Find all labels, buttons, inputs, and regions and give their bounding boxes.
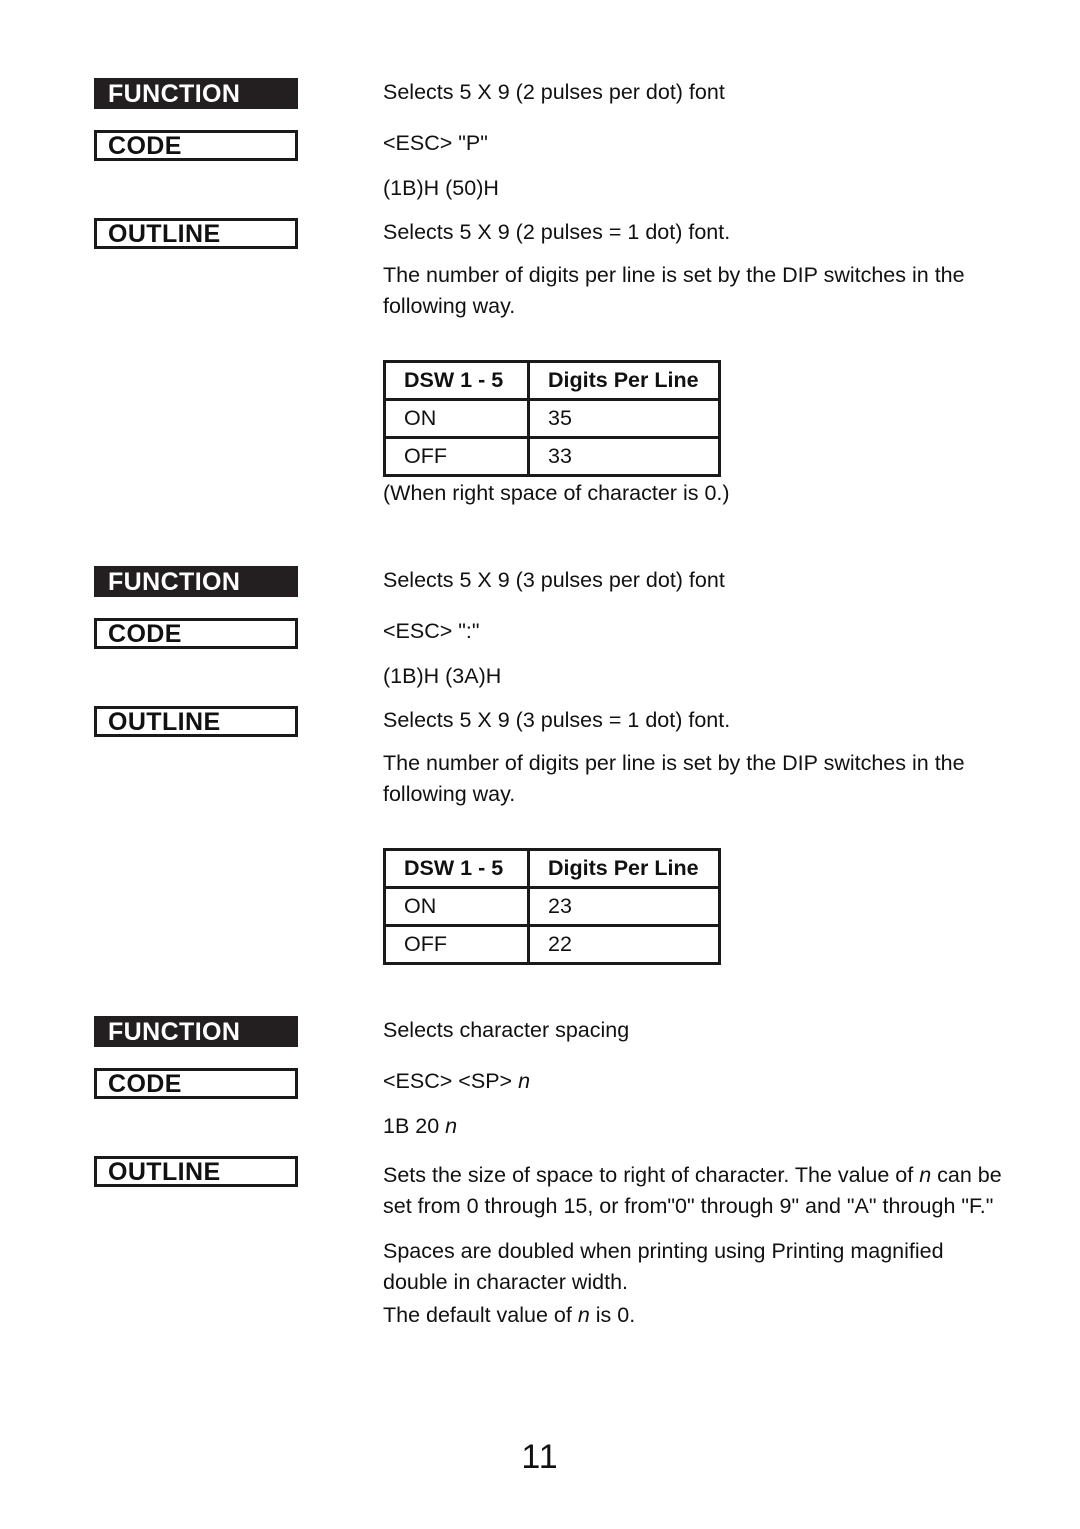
outline-label-3: OUTLINE — [94, 1156, 298, 1187]
code-text-2: <ESC> ":" — [383, 619, 480, 643]
function-label-3: FUNCTION — [94, 1016, 298, 1047]
cell-dsw-state: OFF — [383, 436, 530, 477]
outline-paragraph-3b: Spaces are doubled when printing using P… — [383, 1239, 944, 1294]
dsw-table-1: DSW 1 - 5 Digits Per Line ON 35 OFF 33 — [383, 360, 721, 477]
table-row: OFF 22 — [383, 924, 721, 965]
cell-dsw-state: OFF — [383, 924, 530, 965]
page-number: 11 — [521, 1438, 559, 1476]
dip-paragraph-1: The number of digits per line is set by … — [383, 263, 965, 318]
outline-3c-parameter: n — [577, 1303, 590, 1327]
cell-digits: 23 — [527, 886, 721, 927]
cell-dsw-state: ON — [383, 398, 530, 439]
outline-text-1: Selects 5 X 9 (2 pulses = 1 dot) font. — [383, 220, 731, 244]
function-text-2: Selects 5 X 9 (3 pulses per dot) font — [383, 568, 725, 592]
table-note-1: (When right space of character is 0.) — [383, 481, 730, 505]
cell-digits: 22 — [527, 924, 721, 965]
table-row: ON 35 — [383, 398, 721, 439]
function-text-3: Selects character spacing — [383, 1018, 630, 1042]
cell-dsw-state: ON — [383, 886, 530, 927]
table-row: ON 23 — [383, 886, 721, 927]
code-hex-1: (1B)H (50)H — [383, 176, 499, 200]
code-label-2: CODE — [94, 618, 298, 649]
outline-label-1: OUTLINE — [94, 218, 298, 249]
code-label-1: CODE — [94, 130, 298, 161]
header-digits-per-line: Digits Per Line — [527, 360, 721, 401]
outline-text-2: Selects 5 X 9 (3 pulses = 1 dot) font. — [383, 708, 731, 732]
dsw-table-2: DSW 1 - 5 Digits Per Line ON 23 OFF 22 — [383, 848, 721, 965]
table-header-row: DSW 1 - 5 Digits Per Line — [383, 848, 721, 889]
header-dsw: DSW 1 - 5 — [383, 848, 530, 889]
document-page: FUNCTION CODE OUTLINE Selects 5 X 9 (2 p… — [0, 0, 1080, 1529]
outline-paragraph-3a: Sets the size of space to right of chara… — [383, 1160, 1003, 1222]
code-hex-2: (1B)H (3A)H — [383, 664, 502, 688]
code-hex-3-prefix: 1B 20 — [383, 1114, 446, 1138]
function-label-1: FUNCTION — [94, 78, 298, 109]
outline-3c-prefix: The default value of — [383, 1303, 578, 1327]
header-digits-per-line: Digits Per Line — [527, 848, 721, 889]
cell-digits: 35 — [527, 398, 721, 439]
cell-digits: 33 — [527, 436, 721, 477]
code-text-3-prefix: <ESC> <SP> — [383, 1069, 519, 1093]
function-text-1: Selects 5 X 9 (2 pulses per dot) font — [383, 80, 725, 104]
code-hex-3: 1B 20 n — [383, 1114, 458, 1138]
code-text-3: <ESC> <SP> n — [383, 1069, 531, 1093]
function-label-2: FUNCTION — [94, 566, 298, 597]
outline-label-2: OUTLINE — [94, 706, 298, 737]
outline-3a-prefix: Sets the size of space to right of chara… — [383, 1163, 920, 1187]
table-header-row: DSW 1 - 5 Digits Per Line — [383, 360, 721, 401]
code-label-3: CODE — [94, 1068, 298, 1099]
table-row: OFF 33 — [383, 436, 721, 477]
code-text-1: <ESC> "P" — [383, 131, 488, 155]
outline-3c-suffix: is 0. — [589, 1303, 636, 1327]
dip-paragraph-2: The number of digits per line is set by … — [383, 751, 965, 806]
code-text-3-parameter: n — [518, 1069, 531, 1093]
outline-paragraph-3c: The default value of n is 0. — [383, 1303, 636, 1327]
outline-3a-parameter: n — [919, 1163, 932, 1187]
code-hex-3-parameter: n — [445, 1114, 458, 1138]
header-dsw: DSW 1 - 5 — [383, 360, 530, 401]
